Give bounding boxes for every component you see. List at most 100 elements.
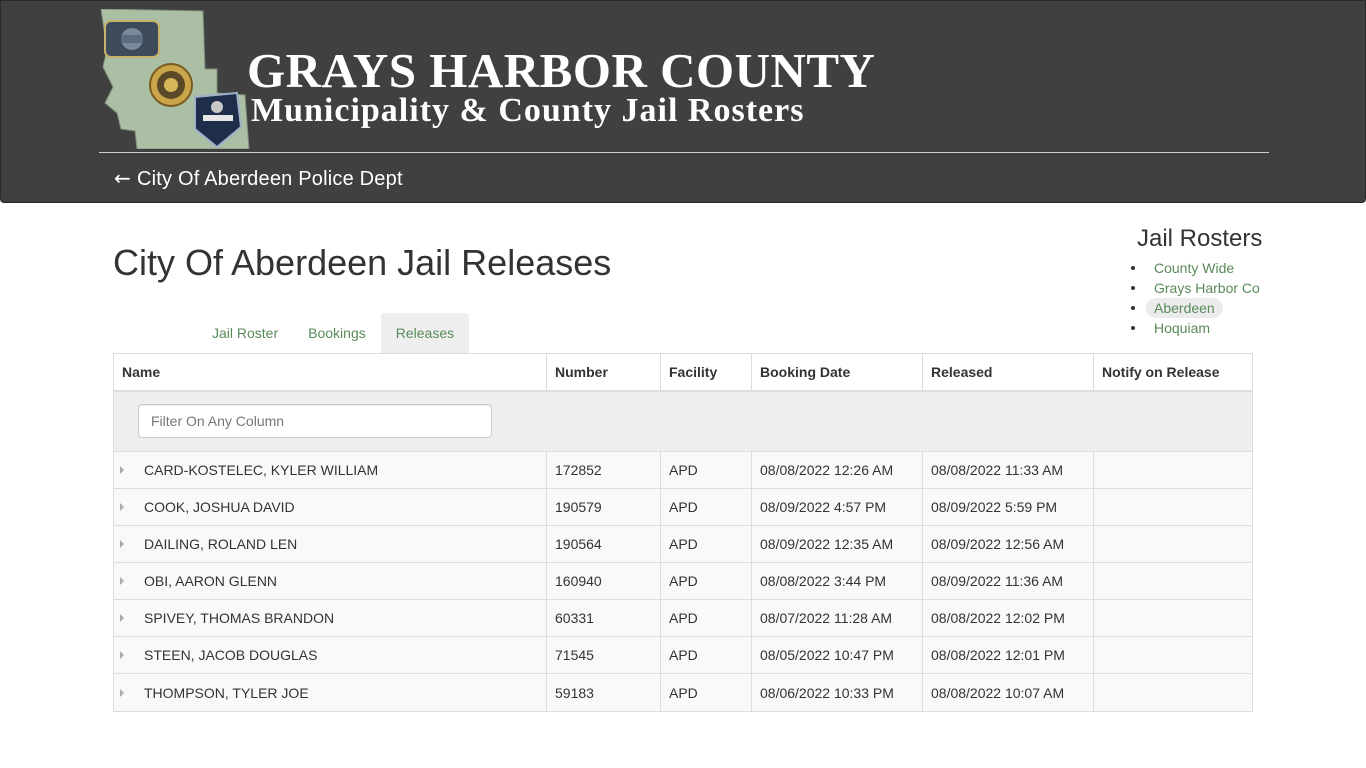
site-header: GRAYS HARBOR COUNTY Municipality & Count… [0, 0, 1366, 203]
cell-notify [1094, 489, 1252, 525]
inmate-name: CARD-KOSTELEC, KYLER WILLIAM [144, 462, 379, 478]
cell-released: 08/08/2022 12:01 PM [923, 637, 1094, 673]
sheriff-star-icon [149, 63, 193, 107]
cell-number: 60331 [547, 600, 661, 636]
filter-row [114, 392, 1252, 452]
inmate-name: STEEN, JACOB DOUGLAS [144, 647, 318, 663]
banner-title: GRAYS HARBOR COUNTY [247, 43, 876, 98]
cell-booking-date: 08/09/2022 4:57 PM [752, 489, 923, 525]
cell-booking-date: 08/08/2022 3:44 PM [752, 563, 923, 599]
bullet-icon [1131, 306, 1135, 310]
column-header-released[interactable]: Released [923, 354, 1094, 390]
expand-row-icon[interactable] [120, 466, 124, 474]
table-row[interactable]: THOMPSON, TYLER JOE 59183 APD 08/06/2022 10… [114, 674, 1252, 711]
cell-number: 59183 [547, 674, 661, 711]
jail-rosters-heading: Jail Rosters [1137, 225, 1263, 252]
banner-subtitle: Municipality & County Jail Rosters [251, 92, 805, 129]
inmate-name: THOMPSON, TYLER JOE [144, 684, 309, 701]
nav-item-hoquiam: Hoquiam [1131, 318, 1337, 338]
expand-row-icon[interactable] [120, 577, 124, 585]
cell-name: DAILING, ROLAND LEN [114, 526, 547, 562]
jail-rosters-list: County Wide Grays Harbor Co Aberdeen Hoq… [1131, 258, 1337, 338]
tab-jail-roster[interactable]: Jail Roster [197, 313, 293, 353]
column-header-facility[interactable]: Facility [661, 354, 752, 390]
cell-number: 172852 [547, 452, 661, 488]
cell-name: OBI, AARON GLENN [114, 563, 547, 599]
cell-booking-date: 08/09/2022 12:35 AM [752, 526, 923, 562]
cell-booking-date: 08/06/2022 10:33 PM [752, 674, 923, 711]
cell-number: 160940 [547, 563, 661, 599]
cell-notify [1094, 674, 1252, 711]
inmate-name: SPIVEY, THOMAS BRANDON [144, 610, 335, 626]
column-header-number[interactable]: Number [547, 354, 661, 390]
nav-link-hoquiam[interactable]: Hoquiam [1146, 318, 1218, 338]
cell-number: 190564 [547, 526, 661, 562]
column-header-notify[interactable]: Notify on Release [1094, 354, 1252, 390]
header-divider [99, 152, 1269, 153]
cell-released: 08/08/2022 10:07 AM [923, 674, 1094, 711]
nav-item-grays-harbor-co: Grays Harbor Co [1131, 278, 1337, 298]
table-row[interactable]: SPIVEY, THOMAS BRANDON 60331 APD 08/07/2022… [114, 600, 1252, 637]
filter-input[interactable] [138, 404, 492, 438]
expand-row-icon[interactable] [120, 503, 124, 511]
table-row[interactable]: OBI, AARON GLENN 160940 APD 08/08/2022 3:44… [114, 563, 1252, 600]
jail-rosters-nav: Jail Rosters County Wide Grays Harbor Co… [1131, 224, 1337, 338]
back-arrow-icon: ← [114, 166, 131, 190]
table-row[interactable]: COOK, JOSHUA DAVID 190579 APD 08/09/2022 4:… [114, 489, 1252, 526]
cell-released: 08/09/2022 5:59 PM [923, 489, 1094, 525]
cell-booking-date: 08/08/2022 12:26 AM [752, 452, 923, 488]
tab-bookings[interactable]: Bookings [293, 313, 381, 353]
tab-releases[interactable]: Releases [380, 313, 470, 353]
cell-facility: APD [661, 526, 752, 562]
bullet-icon [1131, 326, 1135, 330]
cell-facility: APD [661, 674, 752, 711]
cell-facility: APD [661, 563, 752, 599]
cell-name: SPIVEY, THOMAS BRANDON [114, 600, 547, 636]
cell-booking-date: 08/07/2022 11:28 AM [752, 600, 923, 636]
cell-notify [1094, 526, 1252, 562]
cell-number: 190579 [547, 489, 661, 525]
cell-released: 08/08/2022 12:02 PM [923, 600, 1094, 636]
cell-released: 08/09/2022 11:36 AM [923, 563, 1094, 599]
table-row[interactable]: STEEN, JACOB DOUGLAS 71545 APD 08/05/2022 1… [114, 637, 1252, 674]
bullet-icon [1131, 286, 1135, 290]
cell-notify [1094, 600, 1252, 636]
nav-link-grays-harbor-co[interactable]: Grays Harbor Co [1146, 278, 1268, 298]
column-header-booking-date[interactable]: Booking Date [752, 354, 923, 390]
table-row[interactable]: DAILING, ROLAND LEN 190564 APD 08/09/2022 1… [114, 526, 1252, 563]
cell-released: 08/08/2022 11:33 AM [923, 452, 1094, 488]
cell-facility: APD [661, 637, 752, 673]
table-header-row: Name Number Facility Booking Date Releas… [114, 354, 1252, 392]
cell-name: CARD-KOSTELEC, KYLER WILLIAM [114, 452, 547, 488]
table-body: CARD-KOSTELEC, KYLER WILLIAM 172852 APD 08/… [114, 452, 1252, 711]
nav-link-county-wide[interactable]: County Wide [1146, 258, 1242, 278]
expand-row-icon[interactable] [120, 614, 124, 622]
nav-link-aberdeen[interactable]: Aberdeen [1146, 298, 1223, 318]
back-link-label: City Of Aberdeen Police Dept [136, 168, 403, 190]
cell-notify [1094, 563, 1252, 599]
cell-released: 08/09/2022 12:56 AM [923, 526, 1094, 562]
page-title: City Of Aberdeen Jail Releases [113, 242, 612, 283]
cell-name: COOK, JOSHUA DAVID [114, 489, 547, 525]
expand-row-icon[interactable] [120, 540, 124, 548]
cell-notify [1094, 452, 1252, 488]
nav-item-aberdeen: Aberdeen [1131, 298, 1337, 318]
county-map-logo-icon [100, 9, 250, 149]
releases-table: Name Number Facility Booking Date Releas… [113, 353, 1253, 712]
roster-tabs: Jail Roster Bookings Releases [197, 313, 470, 353]
cell-facility: APD [661, 600, 752, 636]
table-row[interactable]: CARD-KOSTELEC, KYLER WILLIAM 172852 APD 08/… [114, 452, 1252, 489]
column-header-name[interactable]: Name [114, 354, 547, 390]
cell-name: STEEN, JACOB DOUGLAS [114, 637, 547, 673]
cell-notify [1094, 637, 1252, 673]
cell-name: THOMPSON, TYLER JOE [114, 674, 547, 711]
back-to-department-link[interactable]: ← City Of Aberdeen Police Dept [114, 164, 403, 193]
inmate-name: OBI, AARON GLENN [144, 573, 278, 589]
inmate-name: DAILING, ROLAND LEN [144, 536, 298, 552]
bullet-icon [1131, 266, 1135, 270]
expand-row-icon[interactable] [120, 688, 124, 697]
cell-booking-date: 08/05/2022 10:47 PM [752, 637, 923, 673]
expand-row-icon[interactable] [120, 651, 124, 659]
cell-facility: APD [661, 489, 752, 525]
nav-item-county-wide: County Wide [1131, 258, 1337, 278]
